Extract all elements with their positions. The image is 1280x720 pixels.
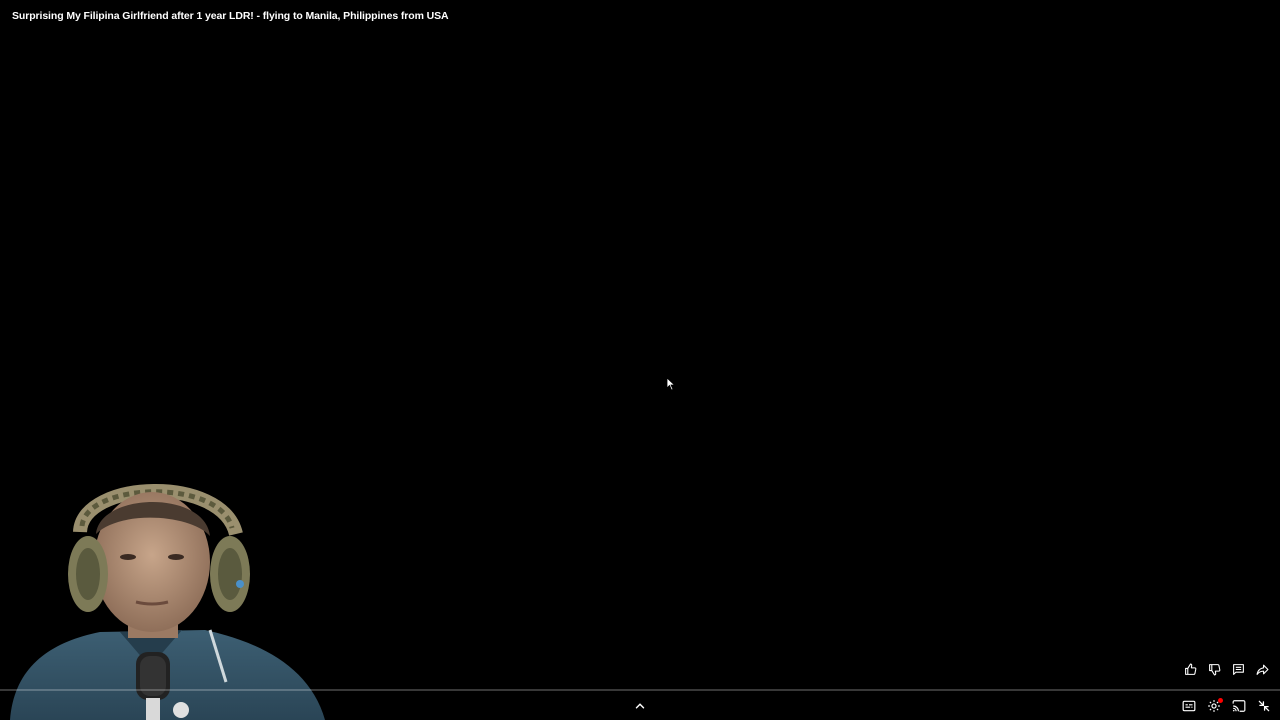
- thumbs-up-icon: [1184, 663, 1196, 675]
- cast-icon: [1232, 700, 1246, 712]
- player-controls: [0, 694, 1280, 720]
- settings-button[interactable]: [1206, 698, 1223, 714]
- share-button[interactable]: [1254, 661, 1270, 677]
- captions-button[interactable]: [1181, 698, 1197, 714]
- comments-button[interactable]: [1230, 661, 1246, 677]
- thumbs-down-icon: [1208, 663, 1220, 675]
- dislike-button[interactable]: [1206, 661, 1222, 677]
- comment-icon: [1232, 663, 1244, 675]
- chevron-up-icon[interactable]: [633, 699, 647, 713]
- video-title: Surprising My Filipina Girlfriend after …: [12, 10, 449, 22]
- exit-fullscreen-icon: [1258, 700, 1270, 712]
- action-buttons: [1182, 661, 1270, 677]
- share-icon: [1256, 664, 1268, 675]
- cast-button[interactable]: [1231, 698, 1247, 714]
- like-button[interactable]: [1182, 661, 1198, 677]
- exit-fullscreen-button[interactable]: [1256, 698, 1272, 714]
- hd-badge: [1218, 698, 1223, 703]
- webcam-overlay: [10, 484, 325, 720]
- captions-icon: [1182, 700, 1196, 712]
- mouse-cursor-icon: [666, 377, 676, 391]
- progress-bar[interactable]: [0, 689, 1280, 691]
